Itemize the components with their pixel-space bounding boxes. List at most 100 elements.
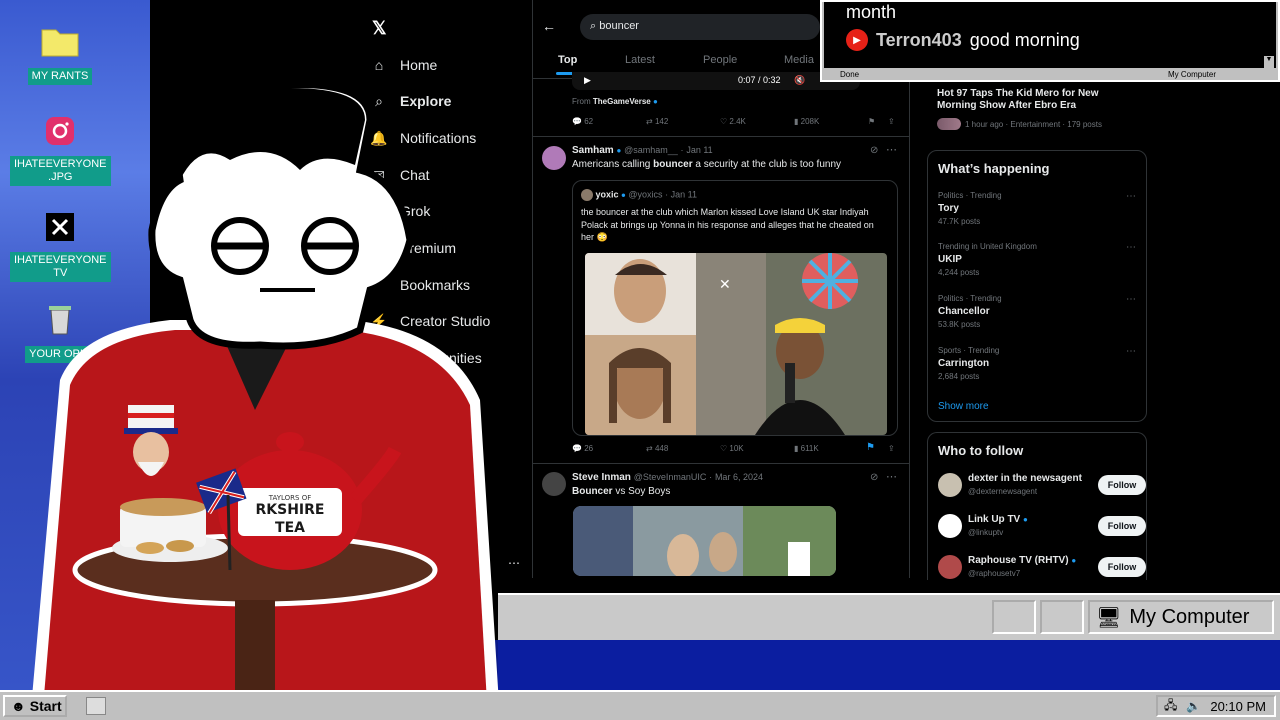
avatar: [938, 514, 962, 538]
who-to-follow-title: Who to follow: [938, 443, 1024, 458]
follow-button[interactable]: Follow: [1098, 475, 1146, 495]
trend-item[interactable]: Politics · Trending Tory 47.7K posts ⋯: [938, 191, 1138, 226]
post-media[interactable]: [573, 506, 836, 576]
tab-top[interactable]: Top: [558, 54, 577, 66]
start-button[interactable]: ☻ Start: [3, 695, 67, 717]
youtube-icon: ▶: [846, 29, 868, 51]
divider: [532, 136, 910, 137]
x-logo-icon[interactable]: 𝕏: [372, 18, 387, 39]
quick-launch-icon[interactable]: [86, 697, 106, 715]
author-handle[interactable]: @samham__: [624, 145, 678, 155]
bookmark-icon[interactable]: ⚑: [868, 117, 875, 126]
top-trend[interactable]: Hot 97 Taps The Kid Mero for New Morning…: [937, 88, 1137, 130]
more-icon[interactable]: ⋯: [1126, 294, 1136, 305]
trend-category: Sports · Trending: [938, 346, 1000, 355]
like-button[interactable]: ♡ 10K: [720, 444, 744, 453]
author-name[interactable]: Steve Inman: [572, 472, 631, 483]
more-icon[interactable]: ⋯: [1126, 191, 1136, 202]
search-input[interactable]: ⌕ bouncer: [580, 14, 820, 40]
trend-posts: 4,244 posts: [938, 268, 980, 277]
show-more-link[interactable]: Show more: [938, 401, 989, 412]
views-count: 611K: [800, 444, 819, 453]
post-text-part: Americans calling: [572, 159, 654, 170]
taskbar: ☻ Start 🖧 🔈 20:10 PM: [0, 690, 1280, 720]
more-icon[interactable]: ⋯: [1126, 346, 1136, 357]
status-pane: [1040, 600, 1084, 634]
quoted-post[interactable]: yoxic ● @yoxics · Jan 11 the bouncer at …: [572, 180, 898, 436]
home-icon: ⌂: [374, 57, 384, 73]
from-source-name[interactable]: TheGameVerse: [593, 97, 651, 106]
follow-suggestion[interactable]: Raphouse TV (RHTV) ● @raphousetv7 Follow: [938, 553, 1146, 581]
post-media-art: [573, 506, 836, 576]
suggestion-handle: @dexternewsagent: [968, 487, 1038, 496]
from-source: From TheGameVerse ●: [572, 97, 658, 106]
desktop-background: [498, 640, 1280, 690]
reply-button[interactable]: 💬 26: [572, 444, 593, 453]
tea-brand-2: TEA: [275, 520, 305, 536]
share-icon[interactable]: ⇪: [888, 117, 895, 126]
clock: 20:10 PM: [1210, 698, 1266, 714]
trend-category: Politics · Trending: [938, 294, 1002, 303]
chat-text: good morning: [969, 29, 1080, 50]
trend-name: UKIP: [938, 254, 962, 265]
verified-icon: ●: [652, 97, 658, 106]
bookmark-icon[interactable]: ⚑: [866, 442, 875, 453]
follow-button[interactable]: Follow: [1098, 557, 1146, 577]
tab-media[interactable]: Media: [784, 54, 814, 66]
divider: [532, 463, 910, 464]
nav-home[interactable]: ⌂ Home: [370, 54, 438, 76]
quote-date: Jan 11: [670, 189, 697, 200]
video-player[interactable]: ▶ 0:07 / 0:32 🔇: [572, 72, 860, 90]
trend-name: Tory: [938, 203, 959, 214]
post-text-part: a security at the club is too funny: [692, 159, 842, 170]
mute-icon[interactable]: 🔇: [794, 75, 805, 86]
grok-icon[interactable]: ⊘: [870, 145, 878, 156]
grok-icon[interactable]: ⊘: [870, 472, 878, 483]
computer-icon: 🖥: [1096, 606, 1122, 629]
chat-username: Terron403: [876, 29, 962, 50]
more-icon[interactable]: ⋯: [886, 143, 897, 156]
author-name[interactable]: Samham: [572, 145, 614, 156]
scroll-down-icon[interactable]: ▼: [1264, 56, 1274, 68]
avatar[interactable]: [542, 472, 566, 496]
trend-item[interactable]: Politics · Trending Chancellor 53.8K pos…: [938, 294, 1138, 329]
quote-text: the bouncer at the club which Marlon kis…: [581, 207, 874, 242]
tab-people[interactable]: People: [703, 54, 737, 66]
repost-button[interactable]: ⇄ 448: [646, 444, 668, 453]
post-header: Samham ● @samham__ · Jan 11: [572, 145, 713, 156]
nav-label: Home: [400, 57, 438, 73]
like-button[interactable]: ♡ 2.4K: [720, 117, 746, 126]
back-arrow-icon[interactable]: ←: [542, 18, 556, 34]
folder-icon: [40, 22, 80, 60]
trend-item[interactable]: Sports · Trending Carrington 2,684 posts…: [938, 346, 1138, 381]
share-icon[interactable]: ⇪: [888, 444, 895, 453]
follow-button[interactable]: Follow: [1098, 516, 1146, 536]
follow-suggestion[interactable]: dexter in the newsagent @dexternewsagent…: [938, 471, 1146, 499]
video-time: 0:07 / 0:32: [738, 75, 781, 85]
status-done: Done: [840, 70, 860, 79]
tea-brand-top: TAYLORS OF: [268, 494, 311, 502]
author-handle[interactable]: @SteveInmanUIC: [634, 472, 707, 482]
views-button[interactable]: ▮ 611K: [794, 444, 819, 453]
reply-button[interactable]: 💬 62: [572, 117, 593, 126]
trend-item[interactable]: Trending in United Kingdom UKIP 4,244 po…: [938, 242, 1138, 277]
suggestion-name: dexter in the newsagent: [968, 473, 1082, 484]
repost-button[interactable]: ⇄ 142: [646, 117, 668, 126]
views-button[interactable]: ▮ 208K: [794, 117, 819, 126]
more-icon[interactable]: ⋯: [1126, 242, 1136, 253]
more-icon[interactable]: ⋯: [886, 470, 897, 483]
quote-image[interactable]: ✕: [585, 253, 887, 435]
follow-suggestion[interactable]: Link Up TV ● @linkuptv Follow: [938, 512, 1146, 540]
browser-status-bar: 🖥 My Computer: [498, 593, 1280, 640]
play-icon[interactable]: ▶: [584, 75, 591, 86]
avatar[interactable]: [542, 146, 566, 170]
chat-line: month: [846, 2, 897, 22]
chat-status-bar: Done My Computer: [824, 70, 1276, 82]
desktop-icon-my-rants[interactable]: MY RANTS: [10, 22, 110, 85]
tab-latest[interactable]: Latest: [625, 54, 655, 66]
volume-icon[interactable]: 🔈: [1186, 699, 1201, 713]
suggestion-name: Link Up TV: [968, 514, 1021, 525]
post-date[interactable]: Mar 6, 2024: [715, 472, 763, 482]
post-date[interactable]: Jan 11: [686, 145, 712, 155]
quote-author-handle: @yoxics: [628, 189, 663, 200]
